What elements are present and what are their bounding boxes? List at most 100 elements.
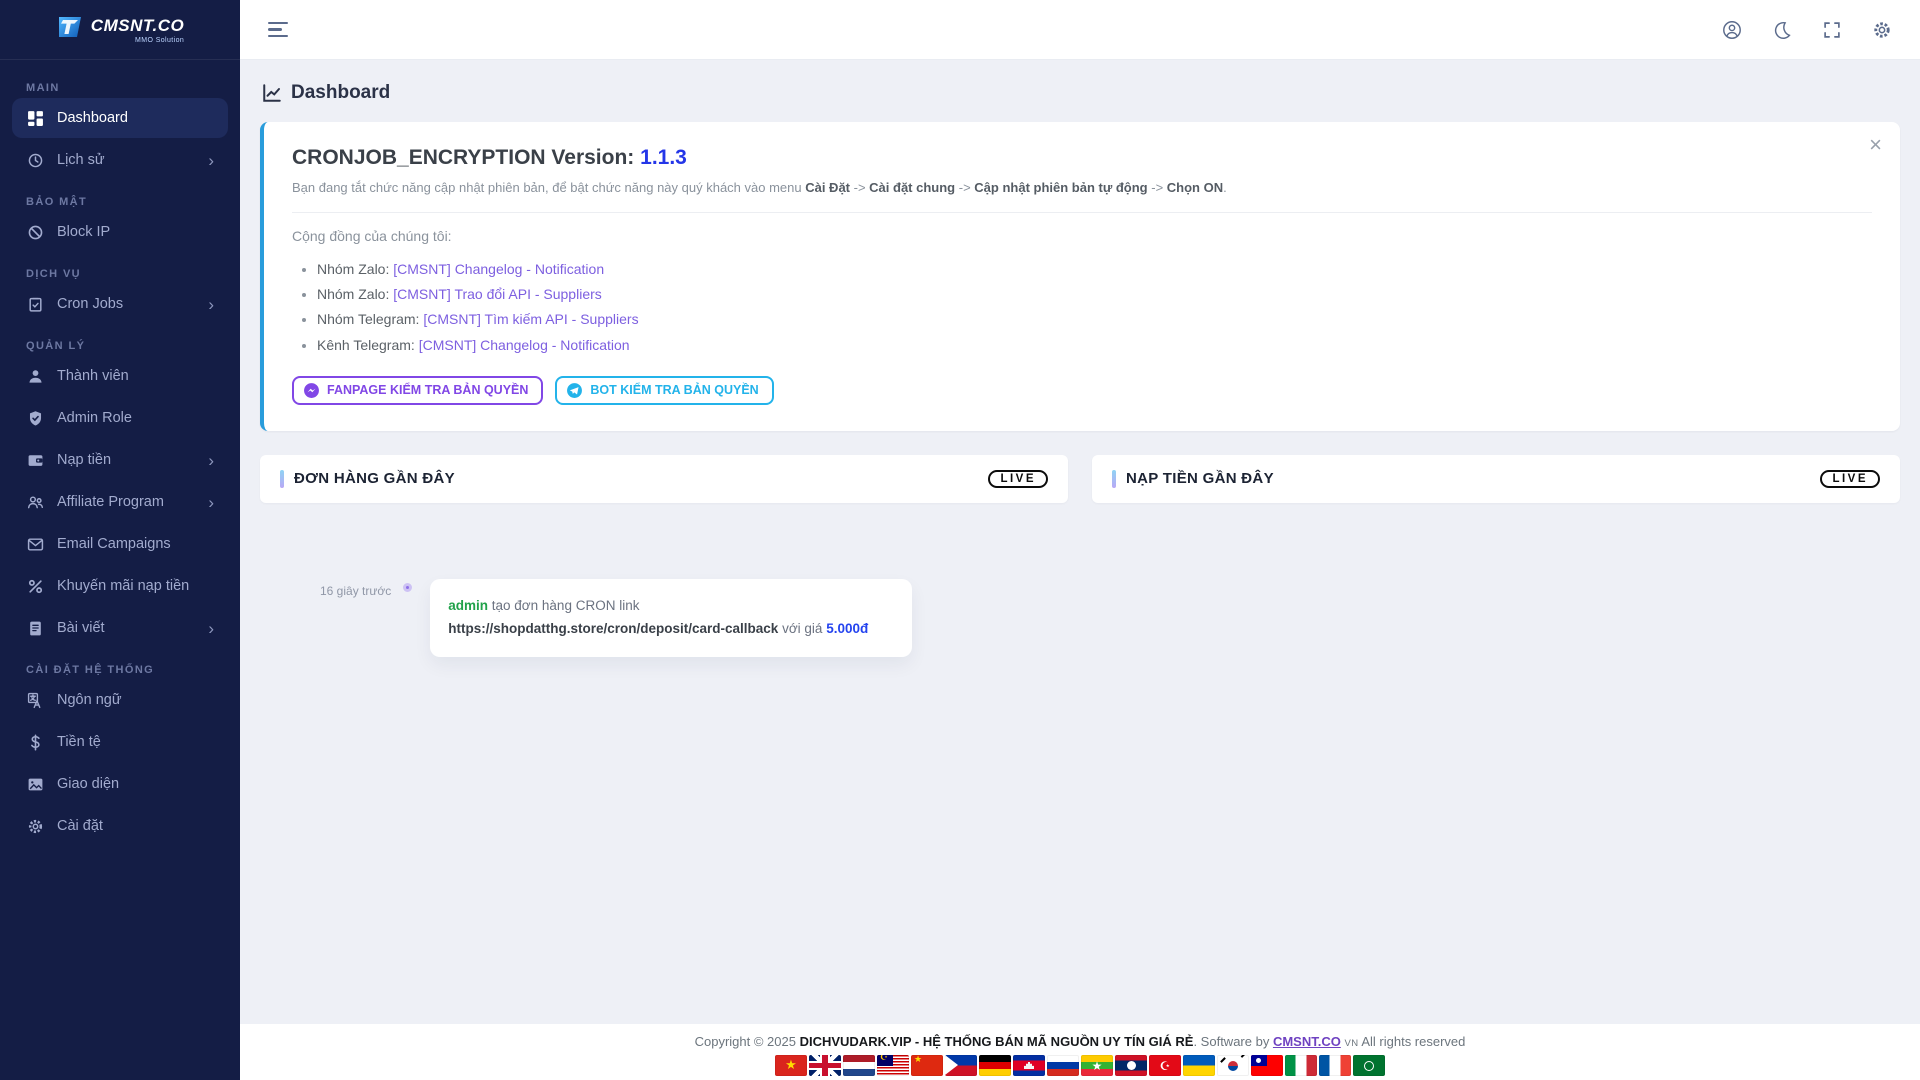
copyright-text: Copyright © 2025 DICHVUDARK.VIP - HỆ THỐ… — [240, 1034, 1920, 1049]
sidebar-item-khuyen-mai[interactable]: Khuyến mãi nạp tiền — [12, 566, 228, 606]
telegram-channel-link[interactable]: [CMSNT] Changelog - Notification — [419, 337, 630, 353]
order-timeline: 16 giây trước admin tạo đơn hàng CRON li… — [320, 579, 1068, 657]
sidebar-item-tien-te[interactable]: Tiền tệ — [12, 722, 228, 762]
shield-icon — [26, 409, 44, 427]
flag-vn-icon[interactable] — [775, 1055, 807, 1076]
sidebar-item-label: Giao diện — [57, 776, 214, 792]
sidebar-item-block-ip[interactable]: Block IP — [12, 212, 228, 252]
sidebar-item-label: Email Campaigns — [57, 536, 214, 552]
header-settings-button[interactable] — [1872, 20, 1892, 40]
flag-ru-icon[interactable] — [1047, 1055, 1079, 1076]
dashboard-icon — [26, 109, 44, 127]
sidebar-item-label: Dashboard — [57, 110, 214, 126]
sidebar-nav: MAIN Dashboard Lịch sử › BẢO MẬT Blo — [0, 60, 240, 868]
section-label-cai-dat-he-thong: CÀI ĐẶT HỆ THỐNG — [26, 664, 214, 676]
sidebar-item-dashboard[interactable]: Dashboard — [12, 98, 228, 138]
list-item: Kênh Telegram: [CMSNT] Changelog - Notif… — [317, 333, 1872, 358]
chevron-right-icon: › — [208, 494, 214, 511]
flag-fr-icon[interactable] — [1319, 1055, 1351, 1076]
sidebar-item-label: Lịch sử — [57, 152, 195, 168]
page-content: Dashboard × CRONJOB_ENCRYPTION Version: … — [240, 60, 1920, 1024]
brand-logo[interactable]: CMSNT.CO MMO Solution — [0, 0, 240, 60]
sidebar-item-admin-role[interactable]: Admin Role — [12, 398, 228, 438]
telegram-group-link[interactable]: [CMSNT] Tìm kiếm API - Suppliers — [423, 311, 638, 327]
chart-line-icon — [262, 83, 282, 103]
flag-kh-icon[interactable] — [1013, 1055, 1045, 1076]
sidebar-item-cai-dat[interactable]: Cài đặt — [12, 806, 228, 846]
flag-arab-icon[interactable] — [1353, 1055, 1385, 1076]
sidebar-item-thanh-vien[interactable]: Thành viên — [12, 356, 228, 396]
language-icon — [26, 691, 44, 709]
flag-ua-icon[interactable] — [1183, 1055, 1215, 1076]
block-icon — [26, 223, 44, 241]
dark-mode-toggle[interactable] — [1772, 20, 1792, 40]
panel-title: NẠP TIỀN GẦN ĐÂY — [1126, 470, 1274, 487]
section-label-main: MAIN — [26, 82, 214, 94]
mail-icon — [26, 535, 44, 553]
messenger-icon — [303, 382, 320, 399]
flag-de-icon[interactable] — [979, 1055, 1011, 1076]
telegram-icon — [566, 382, 583, 399]
flag-cn-icon[interactable] — [911, 1055, 943, 1076]
divider — [292, 212, 1872, 213]
flag-gb-icon[interactable] — [809, 1055, 841, 1076]
flag-nl-icon[interactable] — [843, 1055, 875, 1076]
zalo-api-link[interactable]: [CMSNT] Trao đổi API - Suppliers — [393, 286, 602, 302]
order-amount: 5.000đ — [826, 621, 868, 636]
zalo-changelog-link[interactable]: [CMSNT] Changelog - Notification — [393, 261, 604, 277]
flag-my-icon[interactable] — [877, 1055, 909, 1076]
list-item: Nhóm Zalo: [CMSNT] Trao đổi API - Suppli… — [317, 282, 1872, 307]
community-label: Cộng đồng của chúng tôi: — [292, 228, 1872, 244]
fanpage-license-check-button[interactable]: FANPAGE KIỂM TRA BẢN QUYỀN — [292, 376, 543, 405]
list-item: Nhóm Zalo: [CMSNT] Changelog - Notificat… — [317, 257, 1872, 282]
sidebar-item-giao-dien[interactable]: Giao diện — [12, 764, 228, 804]
wallet-icon — [26, 451, 44, 469]
sidebar-item-label: Nạp tiền — [57, 452, 195, 468]
sidebar-item-label: Khuyến mãi nạp tiền — [57, 578, 214, 594]
sidebar-item-email-campaigns[interactable]: Email Campaigns — [12, 524, 228, 564]
sidebar-item-label: Bài viết — [57, 620, 195, 636]
cmsnt-link[interactable]: CMSNT.CO — [1273, 1034, 1341, 1049]
currency-icon — [26, 733, 44, 751]
sidebar-item-label: Thành viên — [57, 368, 214, 384]
flag-tw-icon[interactable] — [1251, 1055, 1283, 1076]
chevron-right-icon: › — [208, 296, 214, 313]
sidebar-item-cron-jobs[interactable]: Cron Jobs › — [12, 284, 228, 324]
section-label-dich-vu: DỊCH VỤ — [26, 268, 214, 280]
live-badge: LIVE — [1820, 470, 1880, 488]
community-links-list: Nhóm Zalo: [CMSNT] Changelog - Notificat… — [292, 257, 1872, 358]
flag-it-icon[interactable] — [1285, 1055, 1317, 1076]
sidebar-toggle-button[interactable] — [268, 22, 288, 38]
sidebar-item-affiliate-program[interactable]: Affiliate Program › — [12, 482, 228, 522]
alert-title: CRONJOB_ENCRYPTION Version: 1.1.3 — [292, 146, 1872, 170]
recent-deposits-header: NẠP TIỀN GẦN ĐÂY LIVE — [1092, 455, 1900, 503]
actor-username: admin — [448, 598, 488, 613]
gear-icon — [1872, 20, 1892, 40]
sidebar-item-ngon-ngu[interactable]: Ngôn ngữ — [12, 680, 228, 720]
sidebar-item-bai-viet[interactable]: Bài viết › — [12, 608, 228, 648]
people-icon — [26, 493, 44, 511]
close-icon[interactable]: × — [1869, 134, 1882, 156]
version-number: 1.1.3 — [640, 146, 687, 169]
top-header — [240, 0, 1920, 60]
chevron-right-icon: › — [208, 452, 214, 469]
accent-bar — [280, 470, 284, 488]
flag-la-icon[interactable] — [1115, 1055, 1147, 1076]
user-menu-button[interactable] — [1722, 20, 1742, 40]
flag-tr-icon[interactable] — [1149, 1055, 1181, 1076]
sidebar-item-label: Block IP — [57, 224, 214, 240]
page-title: Dashboard — [262, 82, 1898, 104]
flag-ph-icon[interactable] — [945, 1055, 977, 1076]
post-icon — [26, 619, 44, 637]
recent-orders-panel: ĐƠN HÀNG GẦN ĐÂY LIVE 16 giây trước admi… — [260, 455, 1068, 657]
sidebar-item-nap-tien[interactable]: Nạp tiền › — [12, 440, 228, 480]
brand-name: DICHVUDARK.VIP - HỆ THỐNG BÁN MÃ NGUỒN U… — [800, 1034, 1194, 1049]
flag-mm-icon[interactable] — [1081, 1055, 1113, 1076]
sidebar-item-lich-su[interactable]: Lịch sử › — [12, 140, 228, 180]
brand-subtitle: MMO Solution — [135, 37, 184, 44]
timeline-dot-icon — [403, 583, 412, 592]
flag-kr-icon[interactable] — [1217, 1055, 1249, 1076]
bot-license-check-button[interactable]: BOT KIỂM TRA BẢN QUYỀN — [555, 376, 773, 405]
alert-description: Bạn đang tắt chức năng cập nhật phiên bả… — [292, 180, 1872, 195]
fullscreen-button[interactable] — [1822, 20, 1842, 40]
